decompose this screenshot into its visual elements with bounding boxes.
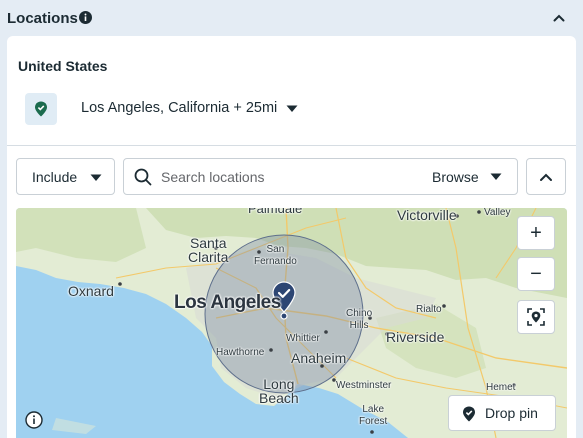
city-label: Hawthorne <box>216 347 265 358</box>
collapse-map-button[interactable] <box>526 158 566 195</box>
locations-header: Locations <box>0 0 583 36</box>
chevron-down-icon <box>90 174 102 181</box>
city-label: Anaheim <box>291 350 347 366</box>
zoom-in-button[interactable]: + <box>517 216 555 250</box>
drop-pin-label: Drop pin <box>485 405 538 421</box>
city-label: Whittier <box>286 333 320 344</box>
city-label: San Fernando <box>254 244 297 267</box>
locate-me-button[interactable] <box>517 300 555 334</box>
location-map[interactable]: Palmdale Victorville Valley Santa Clarit… <box>16 208 567 438</box>
city-label: Chino Hills <box>346 308 373 331</box>
location-shield-icon <box>35 101 47 117</box>
city-label: Westminster <box>336 380 392 391</box>
include-dropdown[interactable]: Include <box>16 158 115 195</box>
browse-button[interactable]: Browse <box>432 169 479 185</box>
chevron-up-icon[interactable] <box>551 10 567 26</box>
country-label: United States <box>18 58 108 74</box>
city-label: Palmdale <box>248 208 303 216</box>
city-label: Hemet <box>486 382 516 393</box>
section-title: Locations <box>7 10 78 27</box>
city-label: Rialto <box>416 304 442 315</box>
target-location-icon <box>527 308 545 326</box>
city-label: Los Angeles <box>174 292 281 313</box>
search-input[interactable] <box>161 167 411 187</box>
search-locations-box: Browse <box>123 158 518 195</box>
chevron-up-icon <box>540 173 552 181</box>
info-icon[interactable] <box>79 11 92 24</box>
city-label: Valley <box>484 208 511 218</box>
city-label: Victorville <box>397 208 457 223</box>
plus-icon: + <box>530 222 542 244</box>
city-label: Oxnard <box>68 283 114 299</box>
city-label: Lake Forest <box>359 404 388 427</box>
divider <box>7 145 576 146</box>
city-label: Riverside <box>386 329 445 345</box>
location-dropdown-icon[interactable] <box>286 105 298 113</box>
browse-dropdown-icon[interactable] <box>490 173 502 181</box>
minus-icon: − <box>530 263 542 285</box>
zoom-out-button[interactable]: − <box>517 257 555 291</box>
locations-panel: United States Los Angeles, California + … <box>7 36 576 438</box>
location-badge <box>25 93 57 125</box>
include-label: Include <box>32 168 78 185</box>
map-pin-icon <box>463 406 475 422</box>
city-label: Santa Clarita <box>188 235 229 265</box>
selected-location[interactable]: Los Angeles, California + 25mi <box>81 100 277 116</box>
info-icon[interactable] <box>25 411 43 429</box>
city-label: Long Beach <box>259 376 299 406</box>
search-icon <box>134 168 152 186</box>
drop-pin-button[interactable]: Drop pin <box>448 395 556 431</box>
